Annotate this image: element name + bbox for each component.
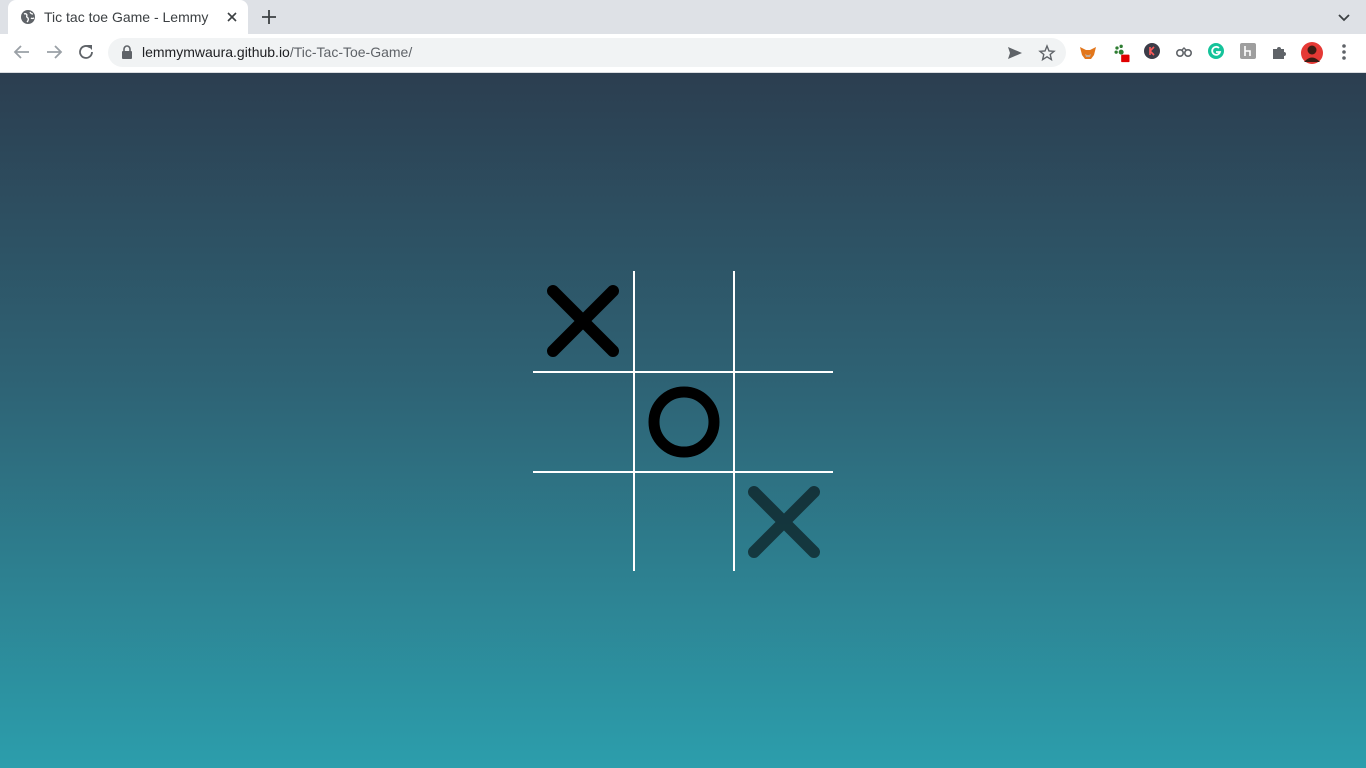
tic-tac-toe-board [533, 271, 833, 571]
extensions-icon[interactable] [1270, 43, 1290, 63]
globe-icon [21, 10, 35, 24]
k-icon[interactable] [1142, 43, 1162, 63]
o-mark [648, 386, 720, 458]
board-cell-r2-c1[interactable] [533, 371, 633, 471]
x-mark [547, 285, 619, 357]
url-text[interactable]: lemmymwaura.github.io/Tic-Tac-Toe-Game/ [142, 44, 412, 61]
new-tab-plus-icon[interactable] [259, 7, 279, 27]
reload-icon[interactable] [76, 42, 96, 62]
binoculars-icon[interactable] [1174, 43, 1194, 63]
back-arrow-icon[interactable] [12, 42, 32, 62]
tab-strip: Tic tac toe Game - Lemmy [0, 0, 1366, 34]
game-page [0, 73, 1366, 768]
tab-title: Tic tac toe Game - Lemmy [44, 9, 209, 25]
board-cell-r2-c3[interactable] [733, 371, 833, 471]
puzzle-dark-icon[interactable] [1238, 43, 1258, 63]
send-tab-icon[interactable] [1006, 44, 1024, 62]
chevron-down-icon[interactable] [1335, 8, 1353, 26]
x-mark [748, 486, 820, 558]
lock-icon [122, 45, 132, 59]
bookmark-star-icon[interactable] [1038, 44, 1056, 62]
profile-avatar[interactable] [1300, 41, 1324, 65]
board-cell-r2-c2[interactable] [633, 371, 733, 471]
url-host: lemmymwaura.github.io [142, 44, 290, 60]
board-cell-r1-c1[interactable] [533, 271, 633, 371]
metamask-fox-icon[interactable] [1078, 43, 1098, 63]
board-cell-r3-c2[interactable] [633, 471, 733, 571]
address-bar[interactable]: lemmymwaura.github.io/Tic-Tac-Toe-Game/ [108, 38, 1066, 67]
browser-toolbar: lemmymwaura.github.io/Tic-Tac-Toe-Game/ [0, 34, 1366, 73]
close-tab-icon[interactable] [223, 8, 241, 26]
board-cell-r1-c2[interactable] [633, 271, 733, 371]
forward-arrow-icon[interactable] [44, 42, 64, 62]
paw-icon[interactable] [1112, 43, 1132, 63]
board-cell-r3-c3[interactable] [733, 471, 833, 571]
browser-tab[interactable]: Tic tac toe Game - Lemmy [8, 0, 248, 34]
board-cell-r3-c1[interactable] [533, 471, 633, 571]
grammarly-icon[interactable] [1206, 43, 1226, 63]
url-path: /Tic-Tac-Toe-Game/ [289, 44, 413, 60]
menu-dots-icon[interactable] [1334, 43, 1354, 63]
board-cell-r1-c3[interactable] [733, 271, 833, 371]
browser-chrome: Tic tac toe Game - Lemmy lemmymwaura.git… [0, 0, 1366, 73]
